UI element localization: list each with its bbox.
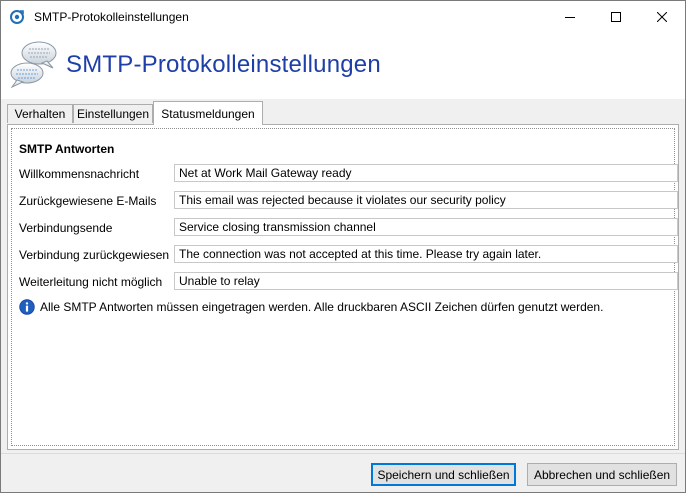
info-row: Alle SMTP Antworten müssen eingetragen w… xyxy=(19,299,603,315)
minimize-button[interactable] xyxy=(547,1,593,32)
chat-bubbles-icon xyxy=(10,41,57,89)
weiterleitung-nicht-moeglich-input[interactable] xyxy=(174,272,678,290)
tab-panel: SMTP Antworten Willkommensnachricht Zurü… xyxy=(7,124,679,450)
maximize-icon xyxy=(611,11,621,22)
tab-statusmeldungen[interactable]: Statusmeldungen xyxy=(153,101,263,125)
panel-group: SMTP Antworten Willkommensnachricht Zurü… xyxy=(11,128,678,446)
app-icon xyxy=(10,10,24,24)
save-button[interactable]: Speichern und schließen xyxy=(371,463,516,486)
tab-einstellungen[interactable]: Einstellungen xyxy=(73,104,153,123)
dialog-header: SMTP-Protokolleinstellungen xyxy=(1,32,685,99)
section-heading: SMTP Antworten xyxy=(19,142,115,156)
label-verbindungsende: Verbindungsende xyxy=(19,221,113,235)
label-weiterleitung-nicht-moeglich: Weiterleitung nicht möglich xyxy=(19,275,163,289)
minimize-icon xyxy=(565,16,575,18)
close-button[interactable] xyxy=(639,1,685,32)
close-icon xyxy=(657,11,667,22)
willkommensnachricht-input[interactable] xyxy=(174,164,678,182)
verbindung-zurueckgewiesen-input[interactable] xyxy=(174,245,678,263)
verbindungsende-input[interactable] xyxy=(174,218,678,236)
tab-verhalten[interactable]: Verhalten xyxy=(7,104,73,123)
label-verbindung-zurueckgewiesen: Verbindung zurückgewiesen xyxy=(19,248,170,262)
dialog-window: SMTP-Protokolleinstellungen SMTP-Protoko… xyxy=(0,0,686,493)
dialog-footer: Speichern und schließen Abbrechen und sc… xyxy=(1,453,685,492)
zurueckgewiesene-emails-input[interactable] xyxy=(174,191,678,209)
label-zurueckgewiesene-emails: Zurückgewiesene E-Mails xyxy=(19,194,157,208)
tab-strip: Verhalten Einstellungen Statusmeldungen xyxy=(7,101,679,125)
info-text: Alle SMTP Antworten müssen eingetragen w… xyxy=(40,300,604,314)
info-icon xyxy=(19,299,35,315)
window-title: SMTP-Protokolleinstellungen xyxy=(34,10,189,24)
page-title: SMTP-Protokolleinstellungen xyxy=(66,51,381,78)
maximize-button[interactable] xyxy=(593,1,639,32)
cancel-button[interactable]: Abbrechen und schließen xyxy=(527,463,677,486)
title-bar: SMTP-Protokolleinstellungen xyxy=(1,1,685,32)
label-willkommensnachricht: Willkommensnachricht xyxy=(19,167,140,181)
